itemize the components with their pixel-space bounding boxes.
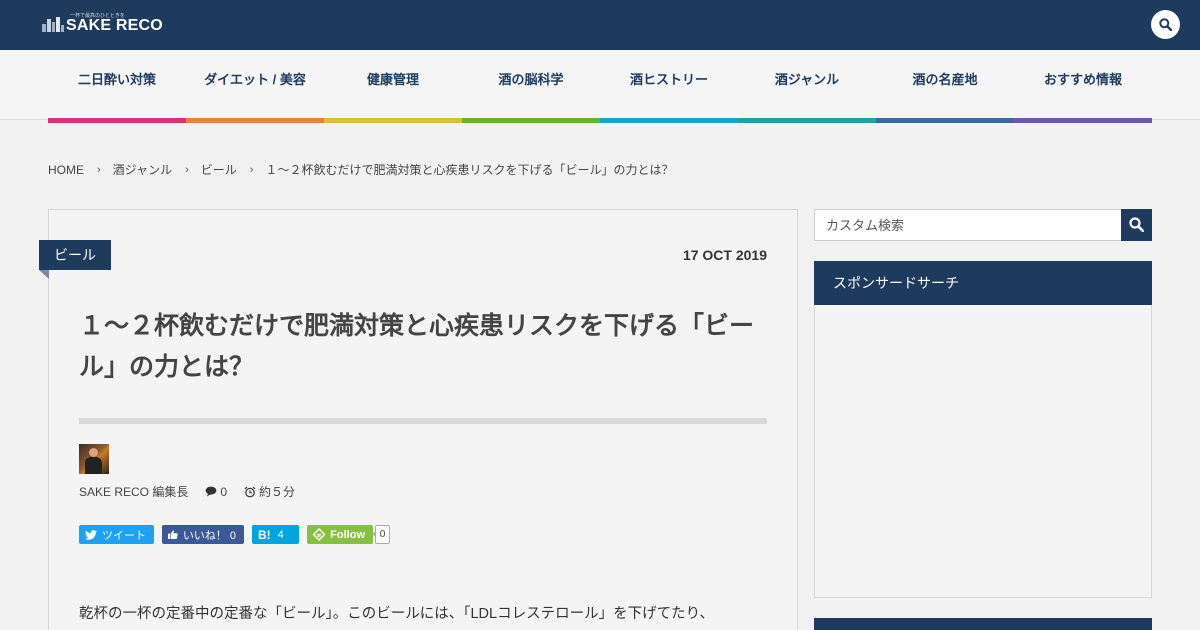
article-card: ビール 17 OCT 2019 １〜２杯飲むだけで肥満対策と心疾患リスクを下げる… — [39, 209, 798, 630]
nav-item-label: 二日酔い対策 — [77, 72, 156, 87]
article-intro: 乾杯の一杯の定番中の定番な「ビール」。このビールには、「LDLコレステロール」を… — [79, 606, 715, 622]
hatena-bookmark-icon: B! — [258, 527, 271, 542]
hatena-count: 4 — [277, 528, 284, 541]
nav-color-bar — [186, 118, 324, 123]
nav-color-bar — [738, 118, 876, 123]
global-nav: 二日酔い対策 ダイエット / 美容 健康管理 酒の脳科学 酒ヒストリー 酒ジャン… — [0, 50, 1200, 123]
next-widget-heading — [814, 618, 1152, 630]
custom-search-input[interactable] — [814, 209, 1122, 241]
nav-color-bar — [462, 118, 600, 123]
nav-item-label: ダイエット / 美容 — [204, 72, 306, 87]
post-meta: SAKE RECO 編集長 0 約５分 — [79, 483, 312, 500]
site-header: 一杯で最高のひとときを SAKE RECO — [0, 0, 1200, 50]
nav-item-recommend[interactable]: おすすめ情報 — [1014, 50, 1152, 123]
breadcrumb: HOME › 酒ジャンル › ビール › １〜２杯飲むだけで肥満対策と心疾患リス… — [48, 161, 673, 178]
author-name[interactable]: SAKE RECO 編集長 — [79, 483, 188, 500]
nav-color-bar — [876, 118, 1014, 123]
feedly-follow-button[interactable]: Follow — [307, 525, 373, 544]
sponsored-search-ad-area[interactable] — [814, 305, 1152, 598]
twitter-icon — [85, 529, 97, 540]
tweet-label: ツイート — [102, 529, 146, 542]
nav-item-label: 酒の脳科学 — [498, 72, 564, 87]
hatena-bookmark-button[interactable]: B! 4 — [252, 525, 299, 544]
post-date: 17 OCT 2019 — [682, 247, 767, 263]
nav-item-genre[interactable]: 酒ジャンル — [738, 50, 876, 123]
read-time-value: 約５分 — [259, 485, 296, 499]
avatar-body — [85, 457, 102, 474]
nav-item-diet-beauty[interactable]: ダイエット / 美容 — [186, 50, 324, 123]
custom-search-button[interactable] — [1121, 209, 1152, 241]
nav-color-bar — [1014, 118, 1152, 123]
article-title: １〜２杯飲むだけで肥満対策と心疾患リスクを下げる「ビール」の力とは？ — [79, 312, 755, 381]
nav-item-brain-science[interactable]: 酒の脳科学 — [462, 50, 600, 123]
category-tag[interactable]: ビール — [39, 240, 111, 270]
breadcrumb-current: １〜２杯飲むだけで肥満対策と心疾患リスクを下げる「ビール」の力とは？ — [265, 163, 674, 177]
like-label: いいね！ 0 — [182, 529, 236, 542]
nav-item-label: 酒ヒストリー — [629, 72, 708, 87]
nav-item-hangover[interactable]: 二日酔い対策 — [48, 50, 186, 123]
nav-color-bar — [600, 118, 738, 123]
nav-color-bar — [324, 118, 462, 123]
breadcrumb-separator: › — [185, 163, 189, 176]
logo-text: SAKE RECO — [66, 17, 163, 34]
breadcrumb-genre[interactable]: 酒ジャンル — [113, 161, 172, 178]
tweet-button[interactable]: ツイート — [79, 525, 154, 544]
breadcrumb-beer[interactable]: ビール — [201, 161, 237, 178]
comment-count[interactable]: 0 — [205, 485, 227, 499]
nav-item-history[interactable]: 酒ヒストリー — [600, 50, 738, 123]
alarm-clock-icon — [244, 486, 256, 497]
comment-icon — [205, 486, 217, 497]
nav-item-label: おすすめ情報 — [1043, 72, 1122, 87]
breadcrumb-separator: › — [249, 163, 254, 176]
facebook-like-button[interactable]: いいね！ 0 — [162, 525, 244, 544]
custom-search — [814, 209, 1152, 241]
city-skyline-icon — [42, 17, 64, 32]
sponsored-search-heading: スポンサードサーチ — [814, 261, 1152, 305]
site-logo[interactable]: 一杯で最高のひとときを SAKE RECO — [42, 12, 172, 38]
search-icon — [1159, 18, 1172, 31]
thumbs-up-icon — [168, 530, 178, 539]
read-time: 約５分 — [244, 483, 295, 500]
breadcrumb-home[interactable]: HOME — [48, 163, 84, 177]
follow-label: Follow — [330, 528, 365, 541]
comment-count-value: 0 — [220, 484, 228, 499]
nav-item-region[interactable]: 酒の名産地 — [876, 50, 1014, 123]
breadcrumb-separator: › — [97, 163, 101, 176]
share-buttons: ツイート いいね！ 0 B! 4 Follow 0 — [79, 525, 390, 544]
follow-count: 0 — [372, 525, 390, 544]
title-divider — [79, 418, 767, 424]
feedly-icon — [313, 528, 326, 541]
avatar-head — [89, 448, 98, 457]
category-tag-fold — [39, 270, 49, 279]
nav-item-label: 酒の名産地 — [912, 72, 978, 87]
author-avatar[interactable] — [79, 444, 109, 474]
nav-item-label: 健康管理 — [366, 72, 419, 87]
nav-item-label: 酒ジャンル — [774, 72, 840, 87]
nav-color-bar — [48, 118, 186, 123]
nav-item-health[interactable]: 健康管理 — [324, 50, 462, 123]
header-search-button[interactable] — [1151, 10, 1180, 39]
search-icon — [1129, 217, 1144, 232]
